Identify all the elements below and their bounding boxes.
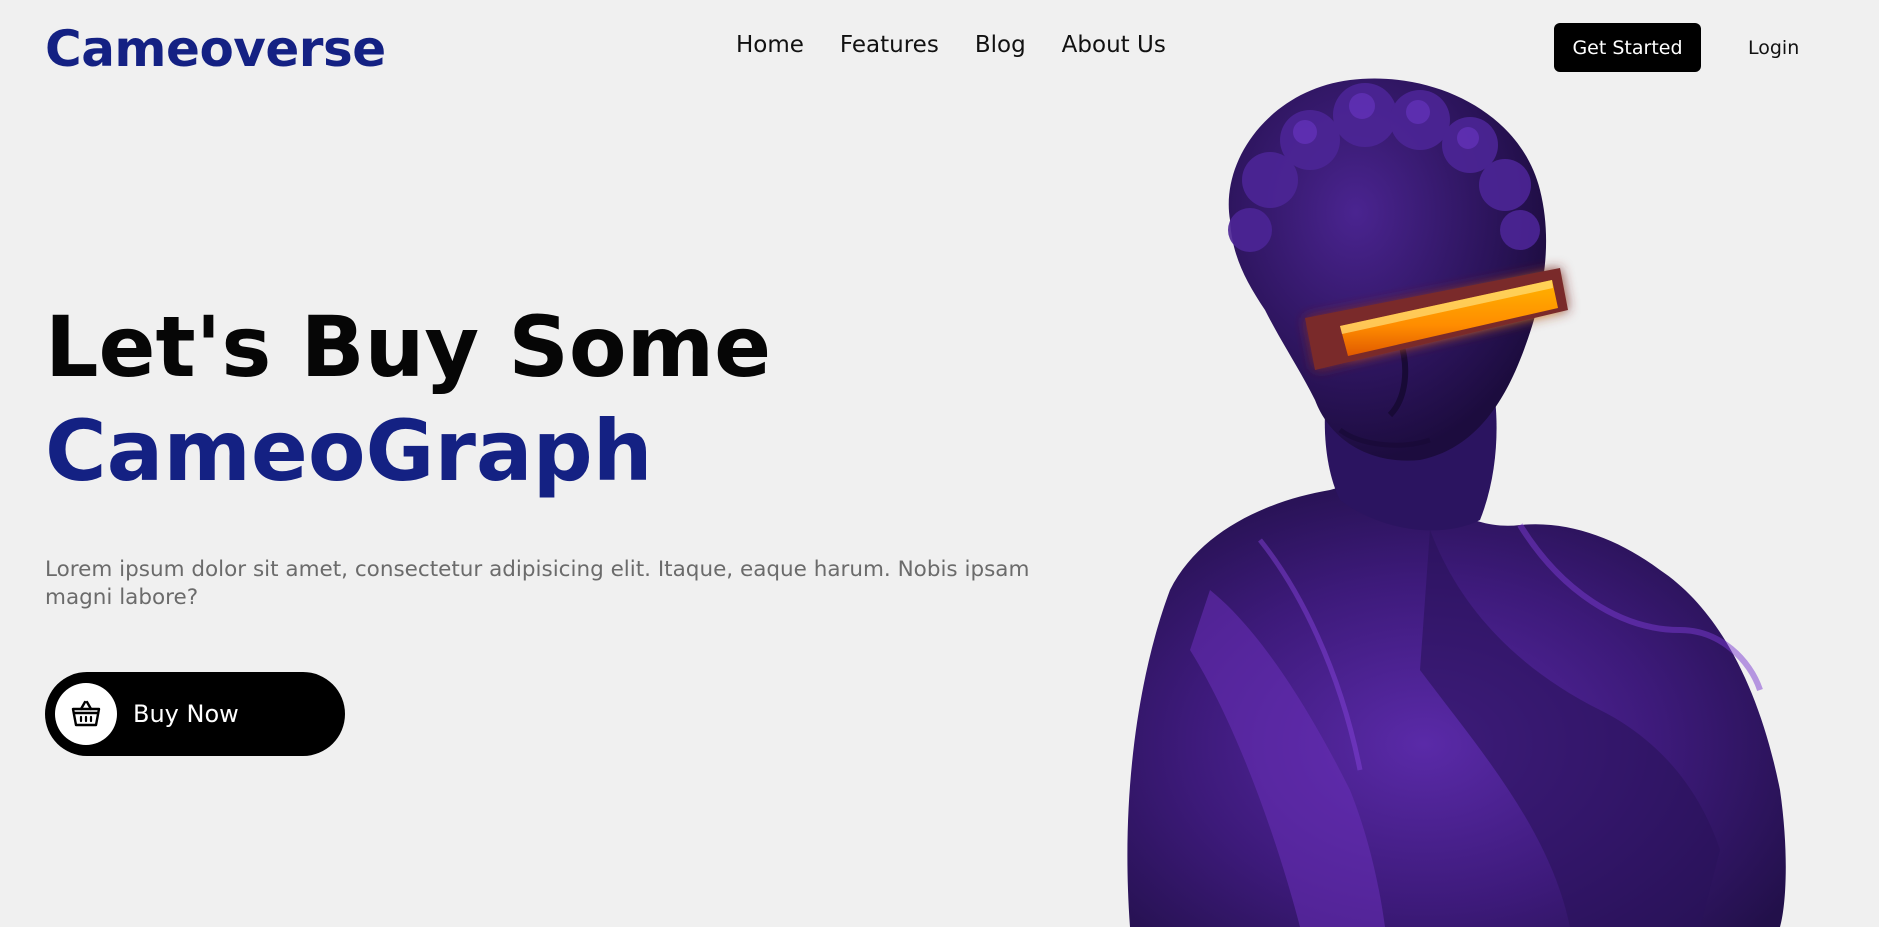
logo[interactable]: Cameoverse: [45, 20, 386, 78]
headline-line-1: Let's Buy Some: [45, 298, 772, 396]
nav-features[interactable]: Features: [840, 32, 939, 58]
landing-page: Cameoverse Home Features Blog About Us G…: [0, 0, 1879, 927]
buy-now-button[interactable]: Buy Now: [45, 672, 345, 756]
statue-image: [1127, 78, 1786, 927]
nav-home[interactable]: Home: [736, 32, 804, 58]
nav-blog[interactable]: Blog: [975, 32, 1026, 58]
hero-description: Lorem ipsum dolor sit amet, consectetur …: [45, 557, 1030, 610]
basket-icon: [71, 700, 101, 727]
buy-icon-circle: [55, 683, 117, 745]
nav-about-us[interactable]: About Us: [1062, 32, 1166, 58]
login-button[interactable]: Login: [1730, 23, 1817, 72]
hero-headline: Let's Buy Some CameoGraph: [45, 295, 771, 503]
get-started-button[interactable]: Get Started: [1554, 23, 1701, 72]
headline-line-2: CameoGraph: [45, 402, 653, 500]
main-nav: Home Features Blog About Us: [736, 32, 1166, 58]
buy-now-label: Buy Now: [133, 700, 239, 728]
